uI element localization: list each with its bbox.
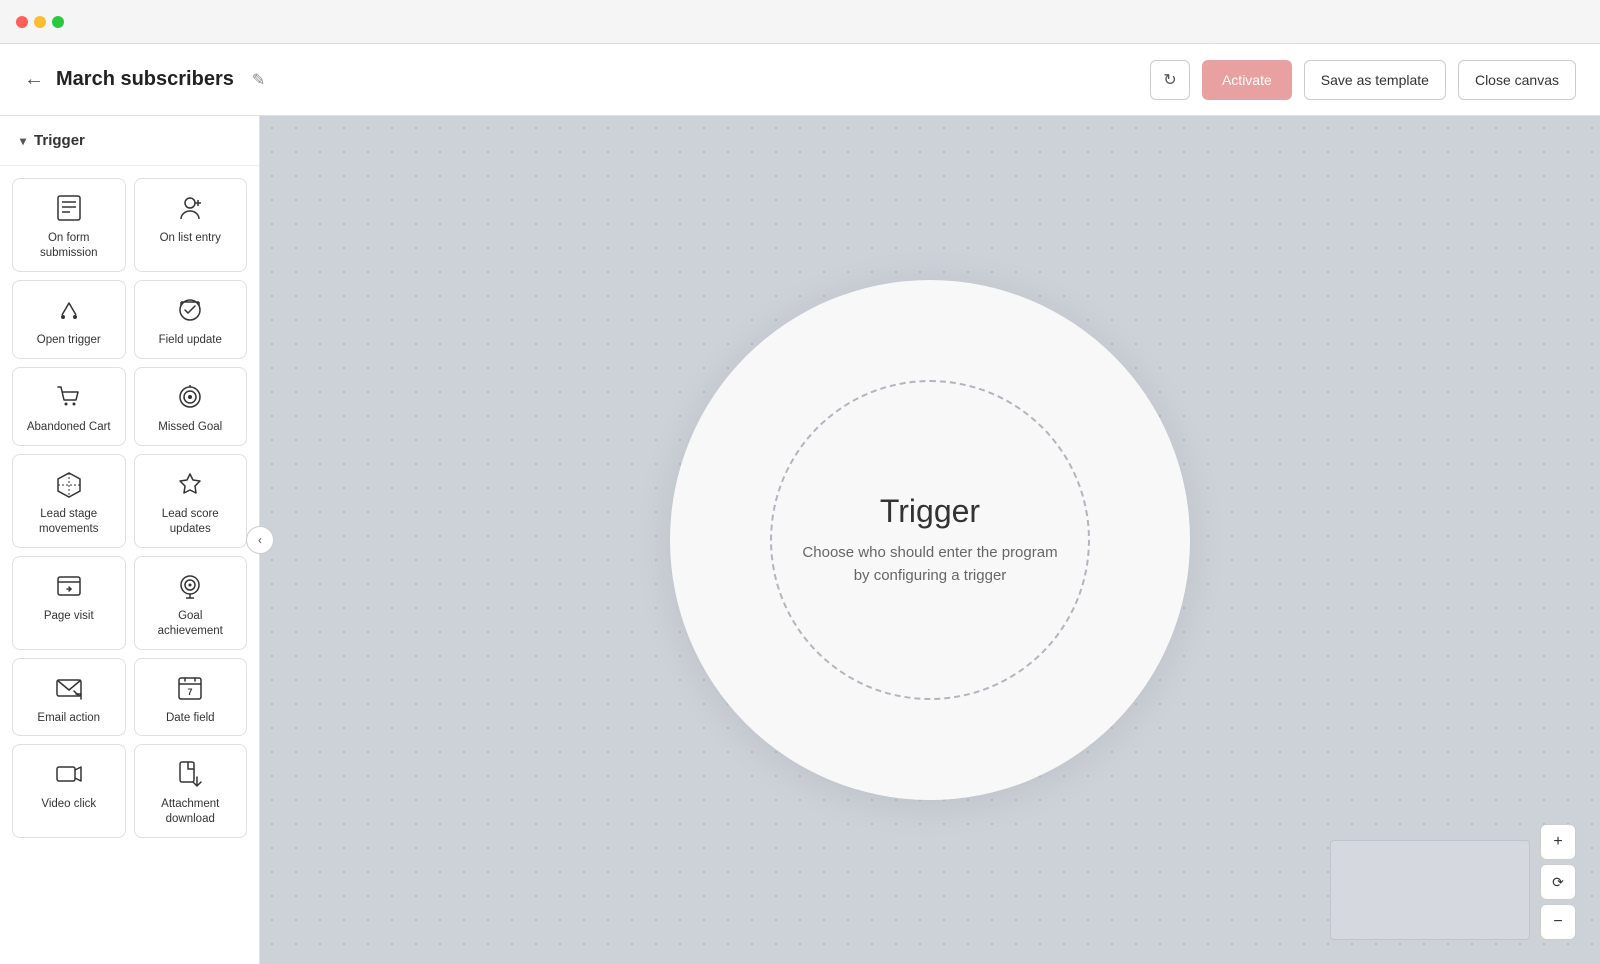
dot-minimize [34, 16, 46, 28]
zoom-reset-icon: ⟳ [1552, 874, 1564, 891]
titlebar [0, 0, 1600, 44]
chevron-left-icon: ‹ [258, 533, 262, 547]
zoom-out-button[interactable]: − [1540, 904, 1576, 940]
trigger-label-on-list-entry: On list entry [160, 231, 221, 246]
trigger-item-missed-goal[interactable]: Missed Goal [134, 367, 248, 446]
back-button[interactable]: ← [24, 68, 44, 91]
trigger-label-abandoned-cart: Abandoned Cart [27, 420, 111, 435]
email-action-icon [54, 673, 84, 703]
trigger-item-open-trigger[interactable]: Open trigger [12, 280, 126, 359]
trigger-item-email-action[interactable]: Email action [12, 658, 126, 737]
trigger-label-missed-goal: Missed Goal [158, 420, 222, 435]
form-icon [54, 193, 84, 223]
trigger-circle-title: Trigger [880, 493, 980, 530]
window-controls [16, 16, 64, 28]
trigger-item-date-field[interactable]: 7 Date field [134, 658, 248, 737]
trigger-label-email-action: Email action [37, 711, 100, 726]
trigger-item-on-form-submission[interactable]: On form submission [12, 178, 126, 272]
page-title: March subscribers [56, 68, 234, 91]
trigger-circle-inner: Trigger Choose who should enter the prog… [770, 380, 1090, 700]
trigger-item-video-click[interactable]: Video click [12, 744, 126, 838]
trigger-circle-outer[interactable]: Trigger Choose who should enter the prog… [670, 280, 1190, 800]
topbar-right: ↻ Activate Save as template Close canvas [1150, 60, 1576, 100]
dot-close [16, 16, 28, 28]
zoom-controls: + ⟳ − [1540, 824, 1576, 940]
trigger-label-lead-stage-movements: Lead stage movements [23, 507, 115, 537]
trigger-grid: On form submission On list entry [0, 166, 259, 850]
main-layout: ▾ Trigger On form submission [0, 116, 1600, 964]
close-canvas-button[interactable]: Close canvas [1458, 60, 1576, 100]
refresh-icon: ↻ [1163, 70, 1176, 90]
trigger-item-lead-stage-movements[interactable]: Lead stage movements [12, 454, 126, 548]
trigger-label-lead-score-updates: Lead score updates [145, 507, 237, 537]
edit-icon[interactable]: ✎ [252, 70, 265, 90]
back-icon: ← [24, 68, 44, 91]
trigger-label-video-click: Video click [41, 797, 96, 812]
cart-icon [54, 382, 84, 412]
trigger-item-field-update[interactable]: Field update [134, 280, 248, 359]
zoom-in-button[interactable]: + [1540, 824, 1576, 860]
open-trigger-icon [54, 295, 84, 325]
trigger-label-attachment-download: Attachment download [145, 797, 237, 827]
missed-goal-icon [175, 382, 205, 412]
sidebar-title: Trigger [34, 132, 85, 149]
field-update-icon [175, 295, 205, 325]
svg-text:7: 7 [188, 687, 193, 697]
chevron-down-icon: ▾ [20, 134, 26, 148]
lead-score-icon [175, 469, 205, 499]
activate-button[interactable]: Activate [1202, 60, 1292, 100]
trigger-label-field-update: Field update [159, 333, 222, 348]
trigger-item-lead-score-updates[interactable]: Lead score updates [134, 454, 248, 548]
minimap [1330, 840, 1530, 940]
sidebar: ▾ Trigger On form submission [0, 116, 260, 964]
trigger-label-page-visit: Page visit [44, 609, 94, 624]
trigger-circle-description: Choose who should enter the program by c… [802, 542, 1058, 587]
trigger-item-attachment-download[interactable]: Attachment download [134, 744, 248, 838]
trigger-label-on-form-submission: On form submission [23, 231, 115, 261]
date-field-icon: 7 [175, 673, 205, 703]
trigger-item-abandoned-cart[interactable]: Abandoned Cart [12, 367, 126, 446]
trigger-item-goal-achievement[interactable]: Goal achievement [134, 556, 248, 650]
list-entry-icon [175, 193, 205, 223]
page-visit-icon [54, 571, 84, 601]
canvas: ‹ Trigger Choose who should enter the pr… [260, 116, 1600, 964]
topbar-left: ← March subscribers ✎ [24, 68, 265, 91]
save-template-button[interactable]: Save as template [1304, 60, 1446, 100]
dot-maximize [52, 16, 64, 28]
attachment-download-icon [175, 759, 205, 789]
trigger-item-on-list-entry[interactable]: On list entry [134, 178, 248, 272]
topbar: ← March subscribers ✎ ↻ Activate Save as… [0, 44, 1600, 116]
goal-achievement-icon [175, 571, 205, 601]
sidebar-header: ▾ Trigger [0, 116, 259, 166]
trigger-item-page-visit[interactable]: Page visit [12, 556, 126, 650]
lead-stage-icon [54, 469, 84, 499]
collapse-sidebar-button[interactable]: ‹ [246, 526, 274, 554]
trigger-label-date-field: Date field [166, 711, 215, 726]
refresh-button[interactable]: ↻ [1150, 60, 1190, 100]
zoom-reset-button[interactable]: ⟳ [1540, 864, 1576, 900]
video-click-icon [54, 759, 84, 789]
trigger-label-goal-achievement: Goal achievement [145, 609, 237, 639]
trigger-label-open-trigger: Open trigger [37, 333, 101, 348]
